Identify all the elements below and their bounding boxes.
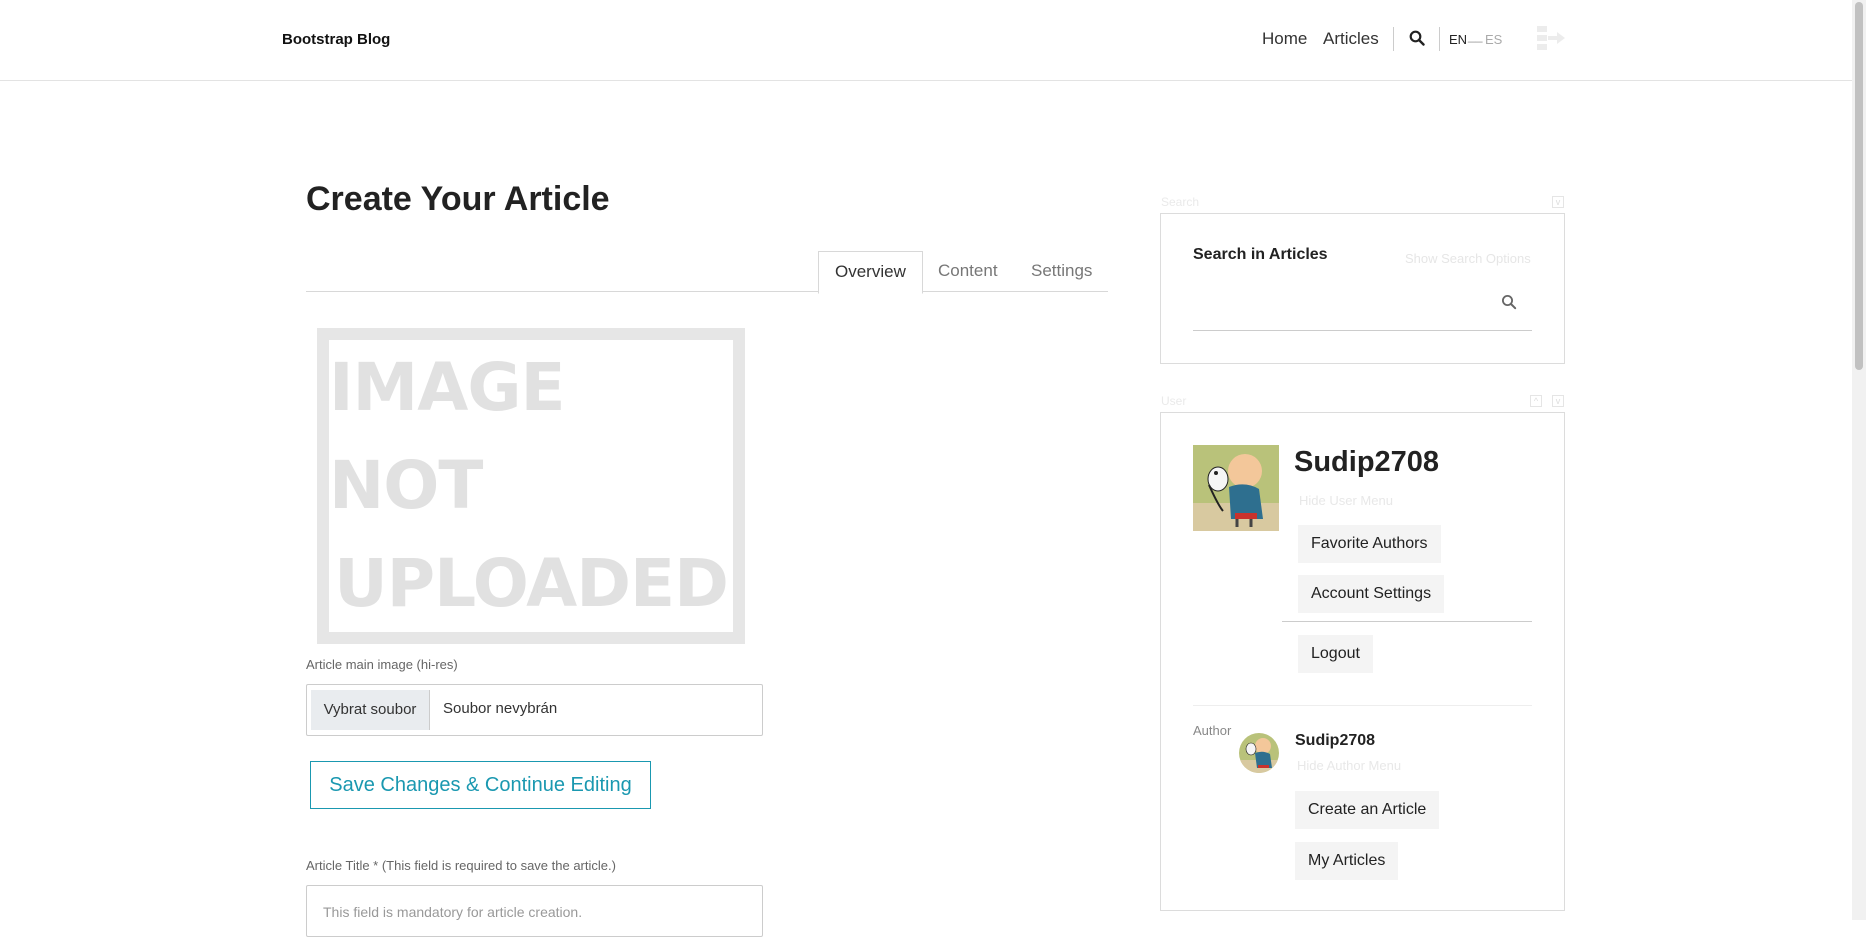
sign-in-icon[interactable] — [1536, 24, 1566, 56]
tab-settings[interactable]: Settings — [1015, 251, 1108, 291]
user-portlet-title: User — [1161, 394, 1187, 408]
favorite-authors-button[interactable]: Favorite Authors — [1298, 525, 1441, 563]
avatar[interactable] — [1193, 445, 1279, 531]
logout-button[interactable]: Logout — [1298, 635, 1373, 673]
author-avatar[interactable] — [1239, 733, 1279, 773]
create-article-button[interactable]: Create an Article — [1295, 791, 1440, 829]
nav-link-articles[interactable]: Articles — [1323, 29, 1379, 49]
search-icon[interactable] — [1501, 294, 1517, 310]
portlet-collapse-icon[interactable]: v — [1552, 196, 1564, 208]
tabs-divider — [306, 291, 1108, 292]
image-file-input[interactable]: Vybrat soubor Soubor nevybrán — [306, 684, 763, 736]
search-portlet-title: Search — [1161, 195, 1200, 209]
search-input[interactable] — [1193, 330, 1532, 331]
title-input-placeholder: This field is mandatory for article crea… — [323, 904, 583, 920]
username-heading: Sudip2708 — [1294, 446, 1440, 478]
title-field-label: Article Title * (This field is required … — [306, 858, 616, 873]
page-title: Create Your Article — [306, 180, 610, 218]
tab-overview[interactable]: Overview — [818, 251, 923, 294]
hide-author-menu-link[interactable]: Hide Author Menu — [1297, 758, 1401, 773]
show-search-options-link[interactable]: Show Search Options — [1405, 251, 1531, 266]
choose-file-button[interactable]: Vybrat soubor — [311, 690, 430, 730]
portlet-collapse-icon[interactable]: v — [1552, 395, 1564, 407]
menu-divider — [1282, 621, 1532, 622]
tab-content[interactable]: Content — [922, 251, 1014, 291]
image-placeholder: IMAGE NOT UPLOADED — [317, 328, 745, 644]
nav-divider — [1393, 27, 1394, 51]
section-divider — [1193, 705, 1532, 706]
hide-user-menu-link[interactable]: Hide User Menu — [1299, 493, 1393, 508]
author-name: Sudip2708 — [1295, 732, 1376, 749]
portlet-move-up-icon[interactable]: ^ — [1530, 395, 1542, 407]
placeholder-text-line1: IMAGE NOT — [329, 349, 566, 524]
search-icon[interactable] — [1409, 30, 1425, 46]
account-settings-button[interactable]: Account Settings — [1298, 575, 1445, 613]
page-scrollbar[interactable] — [1852, 0, 1866, 920]
placeholder-text-line2: UPLOADED — [334, 545, 729, 622]
image-field-label: Article main image (hi-res) — [306, 657, 458, 672]
save-continue-button[interactable]: Save Changes & Continue Editing — [310, 761, 651, 809]
my-articles-button[interactable]: My Articles — [1295, 842, 1399, 880]
file-status-text: Soubor nevybrán — [443, 700, 558, 717]
top-navbar: Bootstrap Blog Home Articles EN __ ES — [0, 0, 1852, 81]
scrollbar-thumb[interactable] — [1855, 2, 1863, 370]
author-label: Author — [1193, 723, 1232, 738]
language-es[interactable]: ES — [1485, 32, 1502, 47]
language-en[interactable]: EN — [1449, 32, 1467, 47]
search-heading: Search in Articles — [1193, 246, 1328, 263]
user-portlet: Sudip2708 Hide User Menu Favorite Author… — [1160, 412, 1565, 911]
language-separator: __ — [1468, 28, 1483, 43]
search-portlet: Search in Articles Show Search Options — [1160, 213, 1565, 364]
nav-link-home[interactable]: Home — [1262, 29, 1307, 49]
nav-divider — [1439, 27, 1440, 51]
article-title-input[interactable]: This field is mandatory for article crea… — [306, 885, 763, 937]
brand-logo[interactable]: Bootstrap Blog — [282, 31, 390, 48]
